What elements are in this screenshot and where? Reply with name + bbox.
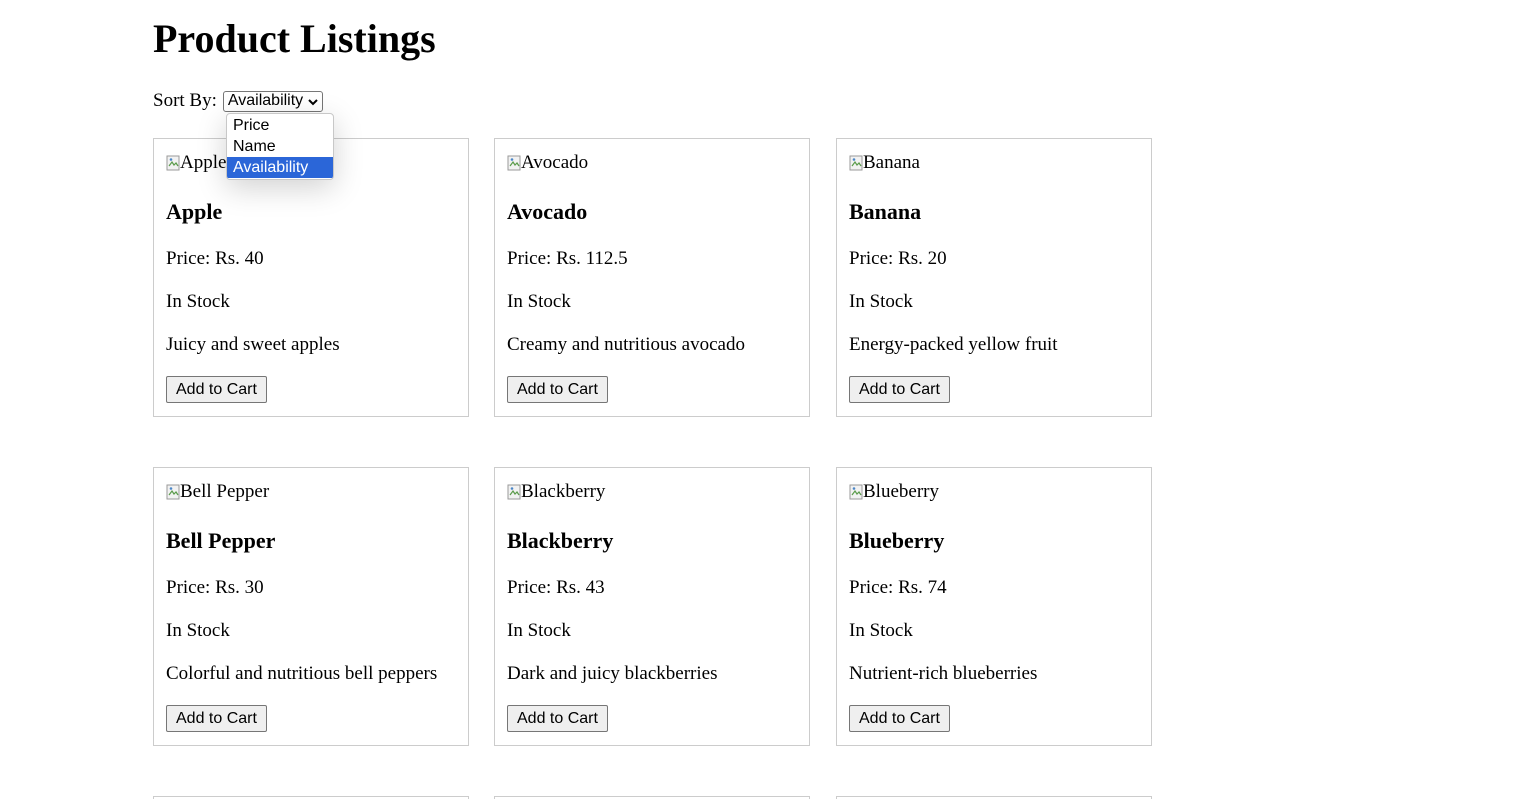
sort-select[interactable]: Availability <box>222 90 324 112</box>
product-card-bell-pepper: Bell Pepper Bell Pepper Price: Rs. 30 In… <box>153 467 469 746</box>
broken-image-icon <box>849 155 863 171</box>
broken-image-icon <box>166 155 180 171</box>
product-image: Blackberry <box>507 481 797 503</box>
product-description: Dark and juicy blackberries <box>507 663 718 684</box>
product-price: Price: Rs. 40 <box>166 248 264 269</box>
product-stock: In Stock <box>507 291 571 312</box>
product-description: Nutrient-rich blueberries <box>849 663 1038 684</box>
product-listings-page: Product Listings Sort By: Availability P… <box>0 0 1521 799</box>
product-image-alt: Blueberry <box>863 481 939 502</box>
product-card-blackberry: Blackberry Blackberry Price: Rs. 43 In S… <box>494 467 810 746</box>
product-description: Juicy and sweet apples <box>166 334 340 355</box>
product-price: Price: Rs. 43 <box>507 577 605 598</box>
product-name: Apple <box>166 199 223 224</box>
product-card-blueberry: Blueberry Blueberry Price: Rs. 74 In Sto… <box>836 467 1152 746</box>
product-name: Blackberry <box>507 528 614 553</box>
product-price: Price: Rs. 112.5 <box>507 248 628 269</box>
product-price: Price: Rs. 20 <box>849 248 947 269</box>
product-price: Price: Rs. 74 <box>849 577 947 598</box>
page-title: Product Listings <box>153 16 436 61</box>
product-stock: In Stock <box>166 620 230 641</box>
sort-row: Sort By: Availability <box>153 89 324 113</box>
product-description: Creamy and nutritious avocado <box>507 334 745 355</box>
sort-option-availability[interactable]: Availability <box>227 157 333 178</box>
product-name: Avocado <box>507 199 588 224</box>
product-image-alt: Avocado <box>521 152 589 173</box>
add-to-cart-button[interactable]: Add to Cart <box>166 376 267 403</box>
product-image: Avocado <box>507 152 797 174</box>
add-to-cart-button[interactable]: Add to Cart <box>849 376 950 403</box>
add-to-cart-button[interactable]: Add to Cart <box>507 705 608 732</box>
product-description: Energy-packed yellow fruit <box>849 334 1058 355</box>
chevron-down-icon <box>307 95 319 107</box>
broken-image-icon <box>507 155 521 171</box>
product-price: Price: Rs. 30 <box>166 577 264 598</box>
add-to-cart-button[interactable]: Add to Cart <box>849 705 950 732</box>
product-stock: In Stock <box>507 620 571 641</box>
product-image: Banana <box>849 152 1139 174</box>
broken-image-icon <box>849 484 863 500</box>
product-name: Banana <box>849 199 922 224</box>
product-image-alt: Blackberry <box>521 481 606 502</box>
product-image: Blueberry <box>849 481 1139 503</box>
product-description: Colorful and nutritious bell peppers <box>166 663 438 684</box>
broken-image-icon <box>166 484 180 500</box>
product-card-avocado: Avocado Avocado Price: Rs. 112.5 In Stoc… <box>494 138 810 417</box>
product-stock: In Stock <box>166 291 230 312</box>
sort-dropdown-list: Price Name Availability <box>226 113 334 180</box>
product-name: Blueberry <box>849 528 945 553</box>
product-image-alt: Banana <box>863 152 920 173</box>
sort-select-value: Availability <box>227 92 304 109</box>
product-image: Bell Pepper <box>166 481 456 503</box>
sort-option-price[interactable]: Price <box>227 115 333 136</box>
sort-option-name[interactable]: Name <box>227 136 333 157</box>
product-stock: In Stock <box>849 291 913 312</box>
product-card-banana: Banana Banana Price: Rs. 20 In Stock Ene… <box>836 138 1152 417</box>
product-stock: In Stock <box>849 620 913 641</box>
product-image-alt: Bell Pepper <box>180 481 270 502</box>
product-image-alt: Apple <box>180 152 227 173</box>
add-to-cart-button[interactable]: Add to Cart <box>507 376 608 403</box>
product-name: Bell Pepper <box>166 528 276 553</box>
broken-image-icon <box>507 484 521 500</box>
sort-label: Sort By: <box>153 90 217 111</box>
add-to-cart-button[interactable]: Add to Cart <box>166 705 267 732</box>
